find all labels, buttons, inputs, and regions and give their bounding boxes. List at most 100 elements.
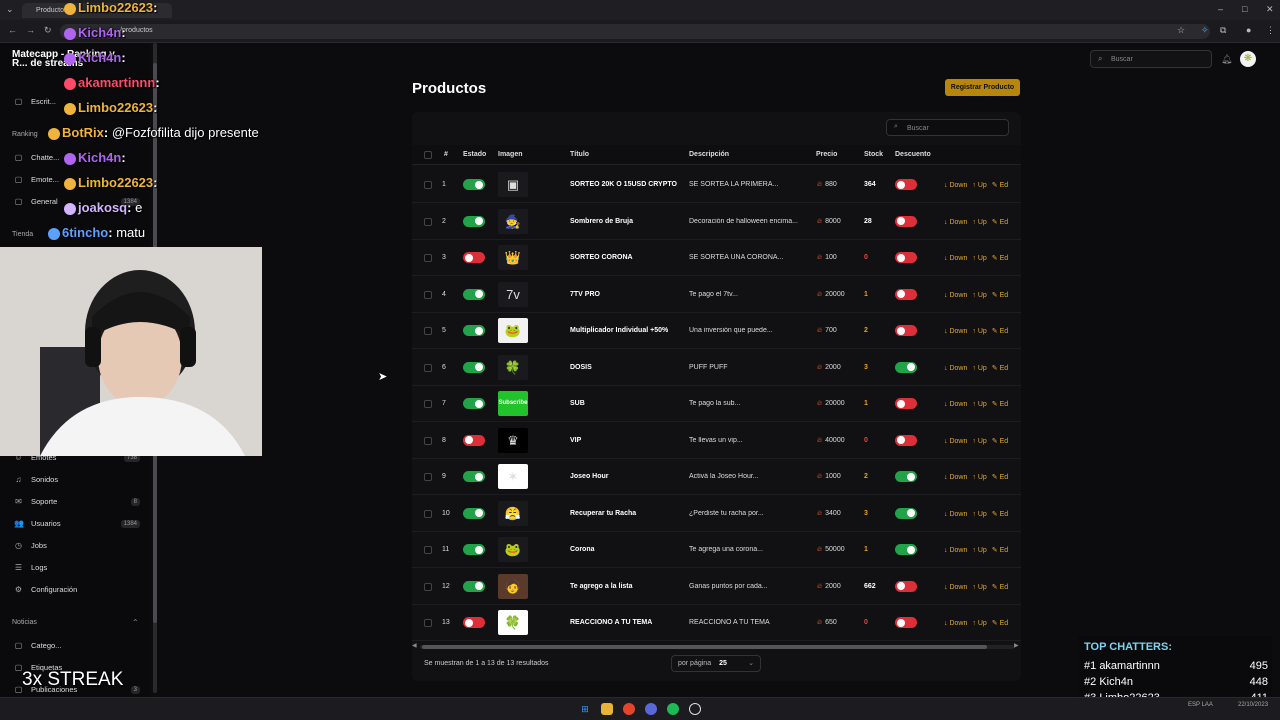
col-titulo[interactable]: Título	[570, 151, 589, 158]
col-descripcion[interactable]: Descripción	[689, 151, 729, 158]
row-checkbox[interactable]	[424, 546, 432, 554]
close-icon[interactable]: ✕	[1266, 4, 1274, 15]
bookmark-star-icon[interactable]: ☆	[1177, 25, 1185, 36]
down-button[interactable]: ↓ Down	[944, 438, 967, 445]
estado-toggle[interactable]	[463, 215, 485, 227]
estado-toggle[interactable]	[463, 398, 485, 409]
obs-icon[interactable]	[689, 703, 701, 715]
bell-icon[interactable]: 🔔︎	[1221, 54, 1232, 65]
descuento-toggle[interactable]	[895, 471, 917, 482]
col-num[interactable]: #	[444, 151, 448, 158]
estado-toggle[interactable]	[463, 288, 485, 300]
maximize-icon[interactable]: □	[1242, 4, 1247, 14]
descuento-toggle[interactable]	[895, 617, 917, 628]
row-checkbox[interactable]	[424, 436, 432, 445]
down-button[interactable]: ↓ Down	[944, 219, 967, 226]
up-button[interactable]: ↑ Up	[972, 438, 986, 445]
down-button[interactable]: ↓ Down	[944, 474, 967, 481]
sidebar-item[interactable]: ☰ Logs	[14, 563, 140, 572]
down-button[interactable]: ↓ Down	[944, 547, 967, 554]
sidebar-item[interactable]: ◷ Jobs	[14, 541, 140, 550]
url-input[interactable]: /productos	[60, 24, 1210, 39]
row-checkbox[interactable]	[424, 619, 432, 627]
sidebar-item[interactable]: 👥 Usuarios 1384	[14, 519, 140, 528]
extension-icon[interactable]: ✧	[1201, 25, 1209, 36]
edit-button[interactable]: ✎ Ed	[992, 511, 1008, 518]
down-button[interactable]: ↓ Down	[944, 255, 967, 262]
menu-kebab-icon[interactable]: ⋮	[1266, 25, 1275, 36]
down-button[interactable]: ↓ Down	[944, 584, 967, 591]
estado-toggle[interactable]	[463, 325, 485, 336]
section-noticias[interactable]: Noticias	[12, 619, 37, 626]
estado-toggle[interactable]	[463, 617, 485, 628]
estado-toggle[interactable]	[463, 471, 485, 482]
sidebar-item[interactable]: ♫ Sonidos	[14, 475, 140, 484]
up-button[interactable]: ↑ Up	[972, 255, 986, 262]
edit-button[interactable]: ✎ Ed	[992, 219, 1008, 226]
descuento-toggle[interactable]	[895, 252, 917, 263]
descuento-toggle[interactable]	[895, 179, 917, 190]
down-button[interactable]: ↓ Down	[944, 328, 967, 335]
minimize-icon[interactable]: –	[1218, 4, 1223, 14]
edit-button[interactable]: ✎ Ed	[992, 584, 1008, 591]
up-button[interactable]: ↑ Up	[972, 584, 986, 591]
row-checkbox[interactable]	[424, 181, 432, 189]
down-button[interactable]: ↓ Down	[944, 401, 967, 408]
col-descuento[interactable]: Descuento	[895, 151, 931, 158]
avatar[interactable]: ❋	[1240, 51, 1256, 67]
table-horizontal-scrollbar[interactable]: ◀ ▶	[412, 642, 1021, 650]
descuento-toggle[interactable]	[895, 434, 917, 446]
file-explorer-icon[interactable]	[601, 703, 613, 715]
sidebar-item[interactable]: ▢ Catego...	[14, 641, 140, 650]
up-button[interactable]: ↑ Up	[972, 365, 986, 372]
up-button[interactable]: ↑ Up	[972, 547, 986, 554]
edit-button[interactable]: ✎ Ed	[992, 292, 1008, 299]
col-stock[interactable]: Stock	[864, 151, 883, 158]
sidebar-item[interactable]: ✉ Soporte 8	[14, 497, 140, 506]
reload-icon[interactable]: ↻	[44, 25, 52, 36]
up-button[interactable]: ↑ Up	[972, 219, 986, 226]
descuento-toggle[interactable]	[895, 398, 917, 409]
edit-button[interactable]: ✎ Ed	[992, 255, 1008, 262]
estado-toggle[interactable]	[463, 252, 485, 263]
descuento-toggle[interactable]	[895, 288, 917, 300]
register-product-button[interactable]: Registrar Producto	[945, 79, 1020, 96]
edit-button[interactable]: ✎ Ed	[992, 182, 1008, 189]
estado-toggle[interactable]	[463, 361, 485, 373]
row-checkbox[interactable]	[424, 509, 432, 518]
up-button[interactable]: ↑ Up	[972, 328, 986, 335]
row-checkbox[interactable]	[424, 290, 432, 299]
estado-toggle[interactable]	[463, 580, 485, 592]
chrome-icon[interactable]	[623, 703, 635, 715]
edit-button[interactable]: ✎ Ed	[992, 401, 1008, 408]
down-button[interactable]: ↓ Down	[944, 365, 967, 372]
spotify-icon[interactable]	[667, 703, 679, 715]
windows-start-icon[interactable]: ⊞	[579, 703, 591, 715]
back-icon[interactable]: ←	[8, 25, 17, 35]
down-button[interactable]: ↓ Down	[944, 620, 967, 627]
edit-button[interactable]: ✎ Ed	[992, 474, 1008, 481]
row-checkbox[interactable]	[424, 217, 432, 226]
chevron-up-icon[interactable]: ⌃	[132, 618, 139, 627]
up-button[interactable]: ↑ Up	[972, 474, 986, 481]
up-button[interactable]: ↑ Up	[972, 182, 986, 189]
scroll-right-icon[interactable]: ▶	[1014, 642, 1019, 649]
down-button[interactable]: ↓ Down	[944, 292, 967, 299]
down-button[interactable]: ↓ Down	[944, 182, 967, 189]
global-search-input[interactable]: ⌕ Buscar	[1090, 50, 1212, 68]
descuento-toggle[interactable]	[895, 361, 917, 373]
forward-icon[interactable]: →	[26, 25, 35, 35]
up-button[interactable]: ↑ Up	[972, 511, 986, 518]
descuento-toggle[interactable]	[895, 215, 917, 227]
row-checkbox[interactable]	[424, 363, 432, 372]
row-checkbox[interactable]	[424, 400, 432, 408]
extensions-puzzle-icon[interactable]: ⧉	[1220, 25, 1226, 36]
col-imagen[interactable]: Imagen	[498, 151, 523, 158]
table-search-input[interactable]: ⌕ Buscar	[886, 119, 1009, 136]
down-button[interactable]: ↓ Down	[944, 511, 967, 518]
edit-button[interactable]: ✎ Ed	[992, 365, 1008, 372]
up-button[interactable]: ↑ Up	[972, 401, 986, 408]
descuento-toggle[interactable]	[895, 580, 917, 592]
col-precio[interactable]: Precio	[816, 151, 837, 158]
row-checkbox[interactable]	[424, 473, 432, 481]
